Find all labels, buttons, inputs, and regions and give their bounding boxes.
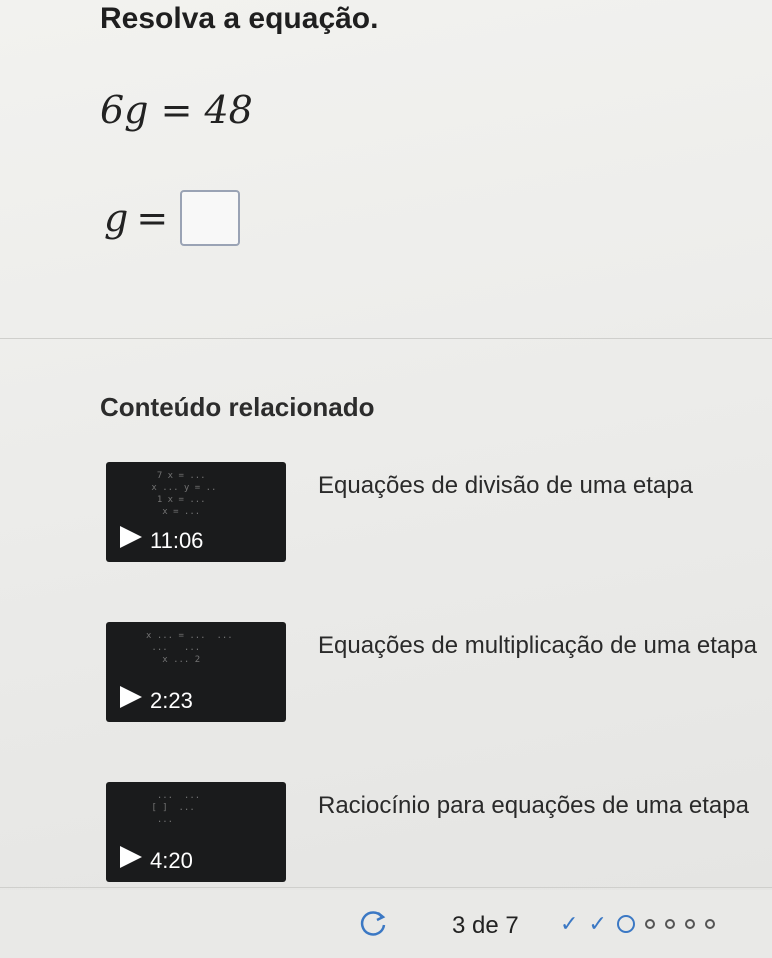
video-title[interactable]: Equações de divisão de uma etapa: [318, 472, 772, 500]
related-content-heading: Conteúdo relacionado: [100, 392, 375, 422]
step-dot: [684, 919, 695, 929]
answer-row: g =: [104, 190, 241, 246]
video-thumbnail[interactable]: ... ... [ ] ... ... 4:20: [106, 782, 286, 882]
equation: 6g = 48: [100, 88, 253, 132]
progress-counter: 3 de 7: [452, 912, 519, 939]
retry-icon[interactable]: [358, 908, 388, 938]
video-duration: 4:20: [150, 848, 193, 873]
play-icon: [120, 846, 142, 868]
video-thumbnail[interactable]: x ... = ... ... ... ... x ... 2 2:23: [106, 622, 286, 722]
exercise-title: Resolva a equação.: [100, 2, 379, 35]
play-icon: [120, 686, 142, 708]
thumbnail-scribble: ... ... [ ] ... ...: [151, 791, 201, 825]
step-dot: [644, 919, 655, 929]
answer-input[interactable]: [180, 190, 241, 246]
answer-variable: g: [104, 196, 129, 240]
step-dot: [664, 919, 675, 929]
related-video-3[interactable]: ... ... [ ] ... ... 4:20 Raciocínio para…: [106, 782, 772, 888]
video-title[interactable]: Raciocínio para equações de uma etapa: [318, 792, 772, 820]
progress-dots: ✓ ✓: [560, 911, 715, 936]
check-icon: ✓: [560, 911, 579, 936]
video-duration: 2:23: [150, 688, 193, 713]
equals-sign: =: [136, 196, 169, 240]
progress-footer: 3 de 7 ✓ ✓: [0, 890, 772, 958]
step-dot: [704, 919, 715, 929]
footer-divider: [0, 887, 772, 888]
video-duration: 11:06: [150, 528, 204, 553]
divider: [0, 338, 772, 339]
current-step-dot: [616, 915, 635, 933]
related-video-1[interactable]: 7 x = ... x ... y = .. 1 x = ... x = ...…: [106, 462, 772, 568]
video-title[interactable]: Equações de multiplicação de uma etapa: [318, 632, 772, 660]
video-thumbnail[interactable]: 7 x = ... x ... y = .. 1 x = ... x = ...…: [106, 462, 286, 562]
play-icon: [120, 526, 142, 548]
check-icon: ✓: [588, 911, 607, 936]
thumbnail-scribble: x ... = ... ... ... ... x ... 2: [146, 631, 233, 665]
thumbnail-scribble: 7 x = ... x ... y = .. 1 x = ... x = ...: [151, 471, 217, 517]
related-video-2[interactable]: x ... = ... ... ... ... x ... 2 2:23 Equ…: [106, 622, 772, 728]
